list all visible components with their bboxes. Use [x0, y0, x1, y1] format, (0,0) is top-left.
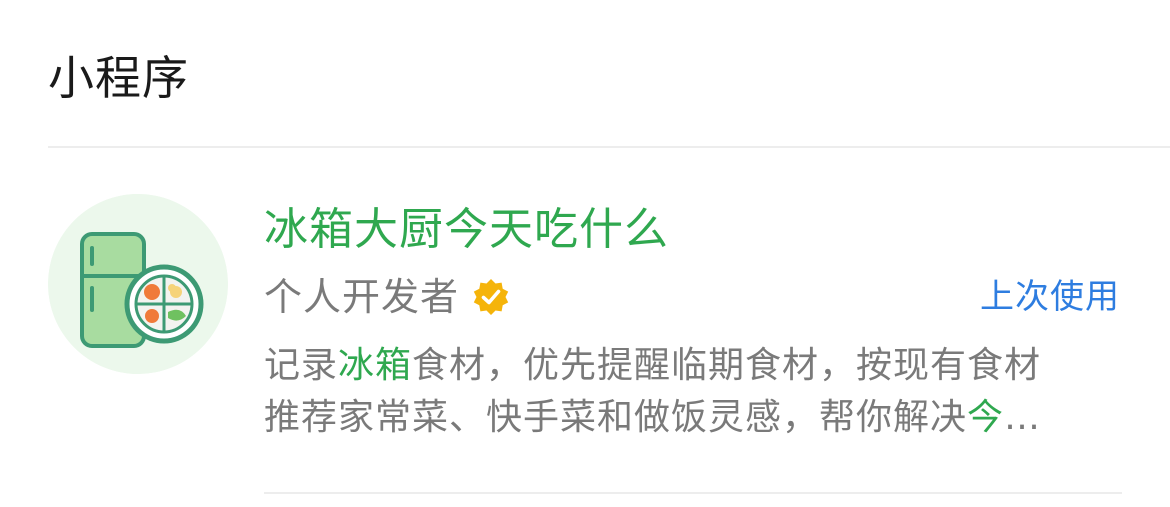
fridge-and-plate-icon[interactable] [48, 194, 228, 374]
keyword-highlight: 今 [967, 397, 1005, 438]
description-line-1: 记录冰箱食材，优先提醒临期食材，按现有食材 [264, 345, 1042, 386]
item-divider [264, 492, 1122, 494]
last-used-tag: 上次使用 [980, 277, 1120, 317]
developer-label: 个人开发者 [264, 275, 460, 319]
mini-program-name[interactable]: 冰箱大厨今天吃什么 [264, 202, 669, 258]
description-line-2: 推荐家常菜、快手菜和做饭灵感，帮你解决今… [264, 397, 1042, 438]
keyword-highlight: 冰箱 [338, 345, 413, 386]
verified-badge-icon [471, 277, 511, 317]
section-title: 小程序 [48, 51, 189, 105]
developer-row: 个人开发者 [264, 272, 511, 322]
mini-program-description: 记录冰箱食材，优先提醒临期食材，按现有食材 推荐家常菜、快手菜和做饭灵感，帮你解… [264, 340, 1124, 444]
mini-program-result[interactable]: 冰箱大厨今天吃什么 个人开发者 上次使用 记录冰箱食材，优先提醒临期食材，按现有… [0, 148, 1170, 507]
